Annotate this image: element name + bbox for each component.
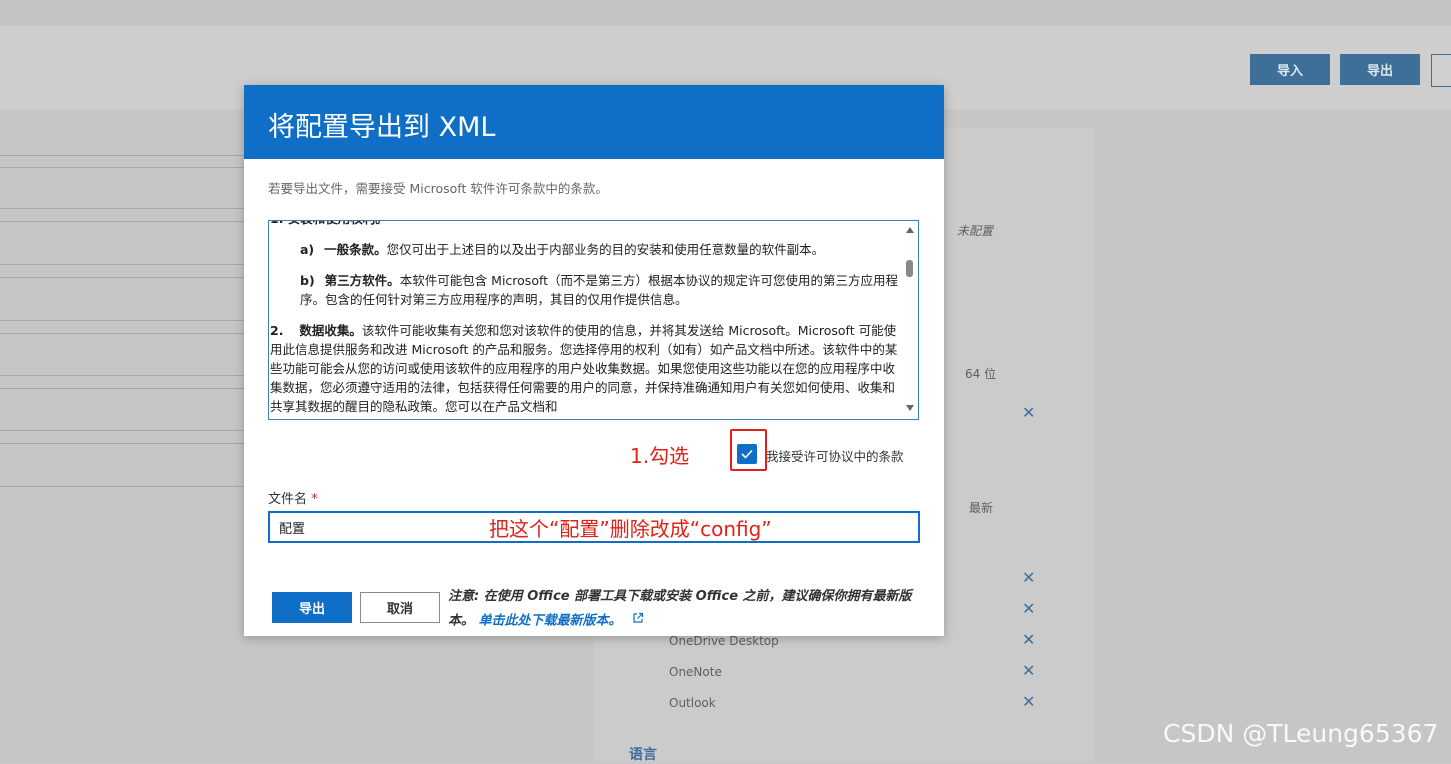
divider (0, 221, 244, 222)
license-content: 1. 安装和使用权利。 a) 一般条款。您仅可出于上述目的以及出于内部业务的目的安… (270, 221, 902, 416)
top-bar (0, 0, 1451, 26)
version-text: 最新 (969, 501, 994, 515)
clause-a-label: a) (300, 242, 315, 257)
remove-icon[interactable]: ✕ (1022, 661, 1035, 680)
cancel-button[interactable]: 取消 (360, 592, 440, 623)
download-latest-link[interactable]: 单击此处下载最新版本。 (479, 614, 622, 629)
divider (0, 430, 244, 431)
divider (0, 486, 244, 487)
remove-icon[interactable]: ✕ (1022, 568, 1035, 587)
dialog-title: 将配置导出到 XML (268, 112, 496, 143)
section-2-title: 数据收集。 (299, 323, 362, 338)
clause-b-label: b) (300, 273, 315, 288)
clause-b-title: 第三方软件。 (324, 273, 400, 288)
section-2-text: 该软件可能收集有关您和您对该软件的使用的信息，并将其发送给 Microsoft。… (270, 323, 898, 414)
remove-icon[interactable]: ✕ (1022, 692, 1035, 711)
filename-label: 文件名 * (268, 488, 318, 507)
section-2-number: 2. (270, 323, 284, 338)
export-dialog: 将配置导出到 XML 若要导出文件，需要接受 Microsoft 软件许可条款中… (244, 85, 944, 636)
scroll-thumb[interactable] (906, 260, 913, 277)
annotation-rename: 把这个“配置”删除改成“config” (489, 517, 772, 541)
remove-icon[interactable]: ✕ (1022, 630, 1035, 649)
divider (0, 333, 244, 334)
external-link-icon[interactable] (632, 609, 644, 633)
clause-a-title: 一般条款。 (324, 242, 387, 257)
required-marker: * (311, 492, 318, 507)
remove-icon[interactable]: ✕ (1022, 403, 1035, 422)
scroll-down-icon[interactable] (906, 405, 914, 411)
annotation-highlight-box (730, 429, 767, 471)
divider (0, 264, 244, 265)
divider (0, 155, 244, 156)
accept-terms-label: 我接受许可协议中的条款 (766, 449, 904, 464)
language-heading: 语言 (629, 747, 657, 763)
remove-icon[interactable]: ✕ (1022, 599, 1035, 618)
license-clause-a: a) 一般条款。您仅可出于上述目的以及出于内部业务的目的安装和使用任意数量的软件副… (270, 240, 902, 259)
architecture-text: 64 位 (965, 367, 997, 381)
dialog-intro: 若要导出文件，需要接受 Microsoft 软件许可条款中的条款。 (268, 181, 608, 196)
license-text-box[interactable]: 1. 安装和使用权利。 a) 一般条款。您仅可出于上述目的以及出于内部业务的目的安… (268, 220, 919, 420)
clause-a-text: 您仅可出于上述目的以及出于内部业务的目的安装和使用任意数量的软件副本。 (386, 242, 825, 257)
app-item: OneNote (669, 665, 722, 679)
export-button[interactable]: 导出 (272, 592, 352, 623)
divider (0, 167, 244, 168)
divider (0, 375, 244, 376)
export-header-button[interactable]: 导出 (1340, 54, 1420, 85)
license-heading-cut: 1. 安装和使用权利。 (270, 221, 902, 228)
scroll-up-icon[interactable] (906, 227, 914, 233)
license-clause-b: b) 第三方软件。本软件可能包含 Microsoft（而不是第三方）根据本协议的规… (270, 271, 902, 309)
notice-text: 注意: 在使用 Office 部署工具下载或安装 Office 之前，建议确保你… (448, 585, 926, 634)
filename-label-text: 文件名 (268, 492, 308, 507)
license-section-2: 2. 数据收集。该软件可能收集有关您和您对该软件的使用的信息，并将其发送给 Mi… (270, 321, 902, 416)
license-scrollbar[interactable] (902, 221, 918, 419)
divider (0, 208, 244, 209)
dialog-header: 将配置导出到 XML (244, 85, 944, 159)
status-text: 未配置 (957, 224, 994, 238)
more-button[interactable] (1431, 54, 1451, 87)
import-button[interactable]: 导入 (1250, 54, 1330, 85)
divider (0, 277, 244, 278)
divider (0, 443, 244, 444)
app-item: Outlook (669, 696, 716, 710)
app-item: OneDrive Desktop (669, 634, 779, 648)
divider (0, 388, 244, 389)
watermark: CSDN @TLeung65367 (1163, 719, 1439, 748)
annotation-step1: 1.勾选 (630, 444, 690, 468)
divider (0, 320, 244, 321)
